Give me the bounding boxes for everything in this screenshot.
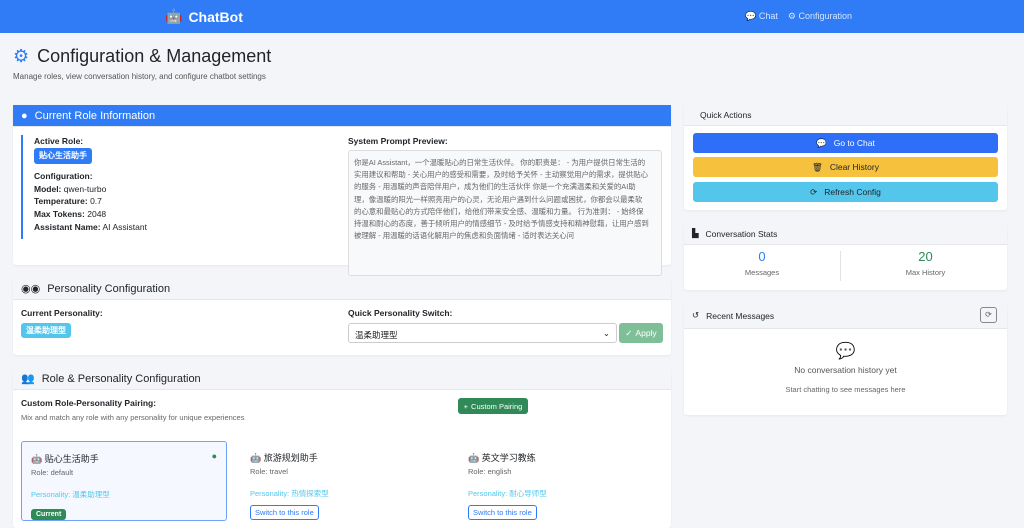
stats-card: ▙ Conversation Stats 0 Messages 20 Max Hist… <box>684 223 1007 290</box>
brand[interactable]: 🤖 ChatBot <box>165 8 243 25</box>
switch-role-button[interactable]: Switch to this role <box>250 505 319 520</box>
navbar: 🤖 ChatBot 💬 Chat ⚙ Configuration <box>0 0 1024 33</box>
current-role-header: ● Current Role Information <box>13 105 671 127</box>
sync-icon: ⟳ <box>810 186 818 197</box>
chevron-down-icon: ⌄ <box>602 328 610 338</box>
check-circle-icon: ● <box>211 451 217 461</box>
role-card-english[interactable]: 🤖 英文学习教练 Role: english Personality: 耐心导师… <box>459 441 665 521</box>
recent-messages-card: ↺ Recent Messages ⟳ 💬 No conversation his… <box>684 303 1007 415</box>
pairing-card: 👥 Role & Personality Configuration Custom… <box>13 368 671 528</box>
role-card-travel[interactable]: 🤖 旅游规划助手 Role: travel Personality: 热情探索型… <box>241 441 447 521</box>
robot-icon: 🤖 <box>165 8 183 24</box>
refresh-config-button[interactable]: ⟳ Refresh Config <box>693 182 998 202</box>
role-card-default[interactable]: 🤖 贴心生活助手 ● Role: default Personality: 温柔助… <box>21 441 227 521</box>
plus-icon: + <box>463 401 469 411</box>
apply-button[interactable]: ✓ Apply <box>619 323 663 343</box>
user-circle-icon: ● <box>21 109 28 122</box>
refresh-messages-button[interactable]: ⟳ <box>980 307 997 323</box>
comments-icon: 💬 <box>835 343 856 360</box>
comments-icon: 💬 <box>816 137 827 148</box>
current-personality-badge: 温柔助理型 <box>21 323 71 338</box>
nav-configuration-link[interactable]: ⚙ Configuration <box>788 11 852 22</box>
users-icon: 👥 <box>21 373 35 385</box>
gear-icon: ⚙ <box>13 46 30 66</box>
personality-card: ◉◉ Personality Configuration Current Pers… <box>13 278 671 355</box>
current-badge: Current <box>31 509 67 520</box>
quick-actions-card: Quick Actions 💬 Go to Chat 🗑 Clear History… <box>684 104 1007 210</box>
page-title: ⚙ Configuration & Management <box>13 46 272 66</box>
personality-select[interactable]: 温柔助理型 ⌄ <box>348 323 617 343</box>
robot-icon: 🤖 <box>31 454 43 464</box>
robot-icon: 🤖 <box>250 453 262 463</box>
page-subtitle: Manage roles, view conversation history,… <box>13 72 266 81</box>
nav-chat-link[interactable]: 💬 Chat <box>745 11 778 22</box>
system-prompt-preview[interactable]: 你是AI Assistant，一个温暖贴心的日常生活伙伴。 你的职责是： - 为… <box>348 150 662 276</box>
check-icon: ✓ <box>625 327 633 338</box>
switch-role-button[interactable]: Switch to this role <box>468 505 537 520</box>
active-role-badge: 贴心生活助手 <box>34 147 92 165</box>
chart-icon: ▙ <box>692 228 699 238</box>
current-role-card: ● Current Role Information Active Role: 贴… <box>13 105 671 276</box>
custom-pairing-button[interactable]: + Custom Pairing <box>458 398 528 414</box>
robot-icon: 🤖 <box>468 453 480 463</box>
clear-history-button[interactable]: 🗑 Clear History <box>693 157 998 177</box>
trash-icon: 🗑 <box>812 161 823 172</box>
history-icon: ↺ <box>692 310 700 320</box>
mask-icon: ◉◉ <box>21 283 41 295</box>
go-to-chat-button[interactable]: 💬 Go to Chat <box>693 133 998 153</box>
